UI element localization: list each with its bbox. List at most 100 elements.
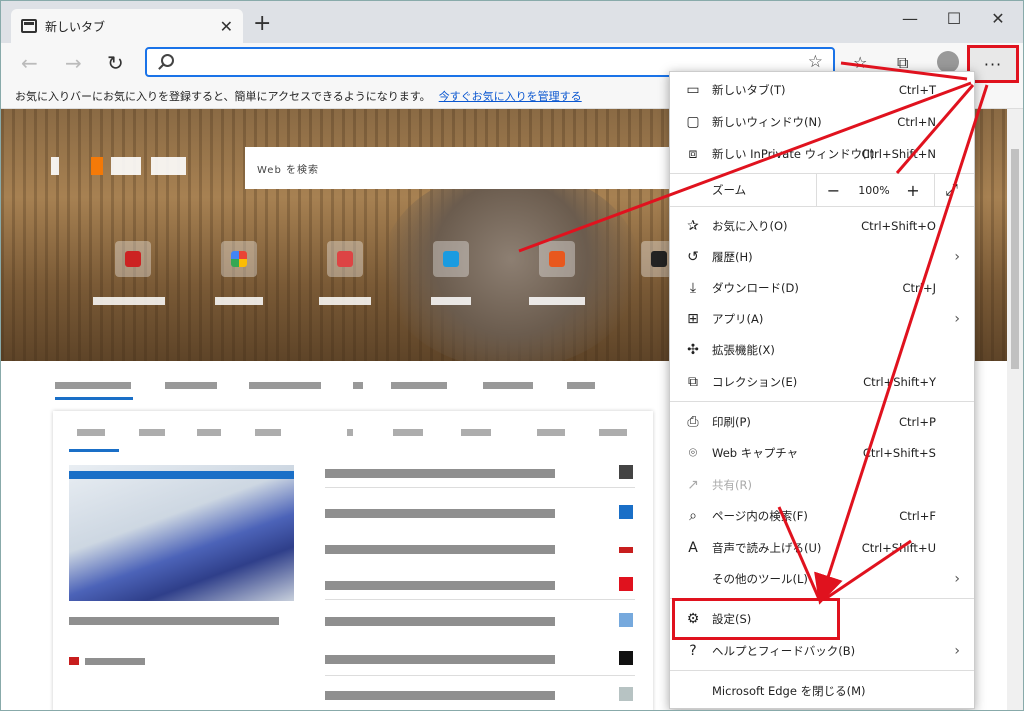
news-tab[interactable] [537,429,565,436]
maximize-button[interactable]: ☐ [939,9,969,28]
chevron-right-icon: › [954,311,960,327]
web-search-box[interactable]: Web を検索 [245,147,685,189]
menu-shortcut: Ctrl+Shift+U [861,541,936,555]
quick-link-tile[interactable] [433,241,469,277]
scrollbar-thumb[interactable] [1011,149,1019,369]
news-tab[interactable] [347,429,353,436]
feed-tab[interactable] [55,382,131,389]
feed-tab[interactable] [353,382,363,389]
extensions-icon: ✣ [687,342,699,358]
menu-item-share[interactable]: ↗ 共有(R) [670,469,974,501]
source-icon [619,465,633,479]
quick-link-label [93,297,165,305]
news-tab[interactable] [599,429,627,436]
news-tab[interactable] [197,429,221,436]
headline[interactable] [325,509,555,518]
forward-icon[interactable]: → [65,51,82,75]
star-icon[interactable]: ☆ [808,52,823,72]
tab-new-tab[interactable]: 新しいタブ ✕ [11,9,243,43]
menu-item-read-aloud[interactable]: A 音声で読み上げる(U) Ctrl+Shift+U [670,532,974,564]
collections-icon: ⧉ [688,374,698,390]
zoom-row: ズーム − 100% + ⤢ [670,174,974,206]
news-tab[interactable] [139,429,165,436]
feed-tab[interactable] [567,382,595,389]
headline[interactable] [325,691,555,700]
zoom-label: ズーム [712,183,747,197]
feed-tab[interactable] [483,382,533,389]
inprivate-icon: ⧈ [688,146,698,162]
news-tab[interactable] [255,429,281,436]
quick-link-tile[interactable] [115,241,151,277]
menu-label: ヘルプとフィードバック(B) [712,644,856,658]
zoom-out-button[interactable]: − [816,174,850,206]
news-photo[interactable] [69,465,294,601]
help-icon: ? [689,643,697,659]
fullscreen-icon[interactable]: ⤢ [934,174,968,206]
quick-link-tile[interactable] [327,241,363,277]
news-tab[interactable] [393,429,423,436]
feed-tab[interactable] [249,382,321,389]
profile-icon[interactable] [937,51,959,73]
menu-item-more-tools[interactable]: その他のツール(L) › [670,563,974,595]
minimize-button[interactable]: — [895,9,925,28]
menu-item-favorites[interactable]: ✰ お気に入り(O) Ctrl+Shift+O [670,210,974,242]
menu-label: 共有(R) [712,478,752,492]
manage-favorites-link[interactable]: 今すぐお気に入りを管理する [439,90,582,103]
active-feed-indicator [55,397,133,400]
menu-item-close-edge[interactable]: Microsoft Edge を閉じる(M) [670,675,974,707]
menu-item-find[interactable]: ⌕ ページ内の検索(F) Ctrl+F [670,500,974,532]
headline[interactable] [325,617,555,626]
zoom-in-button[interactable]: + [896,174,930,206]
apps-icon: ⊞ [687,311,699,327]
share-icon: ↗ [687,477,699,493]
menu-separator [670,401,974,402]
menu-item-new-window[interactable]: ▢ 新しいウィンドウ(N) Ctrl+N [670,106,974,138]
news-tab[interactable] [77,429,105,436]
close-tab-icon[interactable]: ✕ [220,17,233,36]
headline[interactable] [325,545,555,554]
feed-tab[interactable] [165,382,217,389]
find-icon: ⌕ [689,508,697,524]
menu-shortcut: Ctrl+P [898,415,936,429]
news-tab[interactable] [461,429,491,436]
headline[interactable] [325,469,555,478]
bing-logo [51,157,186,175]
quick-link-tile[interactable] [221,241,257,277]
source-icon [619,547,633,553]
close-window-button[interactable]: ✕ [983,9,1013,28]
menu-item-help[interactable]: ? ヘルプとフィードバック(B) › [670,635,974,667]
collections-icon[interactable]: ⧉ [897,53,908,73]
menu-separator [670,670,974,671]
more-icon: ··· [983,54,1003,74]
menu-label: アプリ(A) [712,312,764,326]
divider [325,675,635,676]
source-icon [619,651,633,665]
headline[interactable] [325,581,555,590]
menu-item-print[interactable]: ⎙ 印刷(P) Ctrl+P [670,406,974,438]
reload-icon[interactable]: ↻ [107,51,124,75]
favorites-icon[interactable]: ☆ [853,53,867,72]
feed-tab[interactable] [391,382,447,389]
menu-item-collections[interactable]: ⧉ コレクション(E) Ctrl+Shift+Y [670,366,974,398]
menu-shortcut: Ctrl+Shift+S [862,446,936,460]
menu-item-history[interactable]: ↺ 履歴(H) › [670,241,974,273]
menu-shortcut: Ctrl+Shift+O [861,219,936,233]
menu-item-web-capture[interactable]: ⌾ Web キャプチャ Ctrl+Shift+S [670,437,974,469]
source-icon [619,577,633,591]
menu-item-extensions[interactable]: ✣ 拡張機能(X) [670,334,974,366]
news-caption[interactable] [69,617,279,625]
menu-label: 拡張機能(X) [712,343,775,357]
download-icon: ⤓ [689,280,697,296]
menu-item-new-inprivate[interactable]: ⧈ 新しい InPrivate ウィンドウ(I) Ctrl+Shift+N [670,138,974,170]
menu-item-downloads[interactable]: ⤓ ダウンロード(D) Ctrl+J [670,272,974,304]
menu-item-new-tab[interactable]: ▭ 新しいタブ(T) Ctrl+T [670,74,974,106]
quick-link-label [319,297,371,305]
quick-link-label [215,297,263,305]
quick-link-tile[interactable] [539,241,575,277]
menu-label: 履歴(H) [712,250,753,264]
headline[interactable] [325,655,555,664]
back-icon[interactable]: ← [21,51,38,75]
page-scrollbar[interactable] [1007,109,1023,710]
new-tab-button[interactable]: + [253,13,271,35]
menu-item-apps[interactable]: ⊞ アプリ(A) › [670,303,974,335]
